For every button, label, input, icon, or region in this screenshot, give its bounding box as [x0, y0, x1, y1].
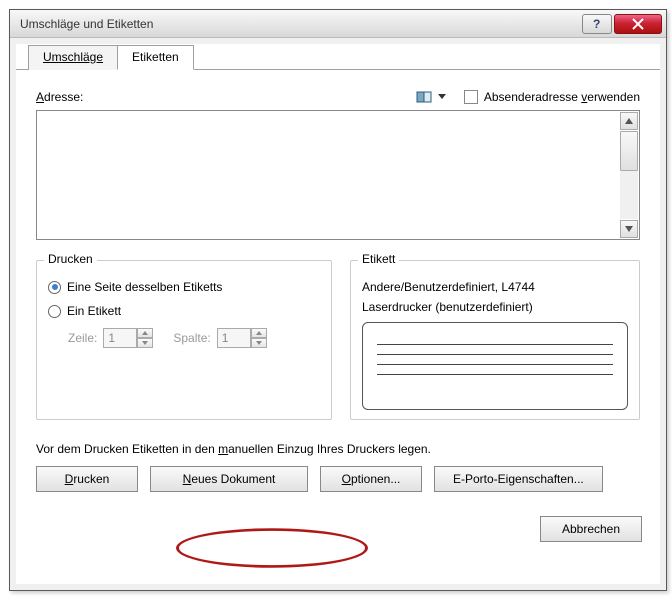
help-button[interactable]: ?	[582, 14, 612, 34]
neues-dokument-button[interactable]: Neues Dokument	[150, 466, 308, 492]
radio-full-page[interactable]: Eine Seite desselben Etiketts	[48, 280, 320, 294]
etikett-info-line2: Laserdrucker (benutzerdefiniert)	[362, 300, 628, 314]
address-book-button[interactable]	[414, 88, 436, 106]
zeile-input	[103, 328, 137, 348]
scrollbar-thumb[interactable]	[620, 131, 638, 171]
triangle-down-icon	[256, 341, 262, 345]
button-row: Drucken Neues Dokument Optionen... E-Por…	[36, 466, 640, 492]
adresse-row: Adresse: Absenderadresse verwenden	[36, 88, 640, 106]
etikett-groupbox: Etikett Andere/Benutzerdefiniert, L4744 …	[350, 260, 640, 420]
optionen-button[interactable]: Optionen...	[320, 466, 422, 492]
scroll-up-button[interactable]	[620, 112, 638, 130]
radio-icon	[48, 305, 61, 318]
address-book-dropdown[interactable]	[436, 88, 448, 106]
eporto-button[interactable]: E-Porto-Eigenschaften...	[434, 466, 603, 492]
spalte-spinner[interactable]	[217, 328, 267, 348]
help-icon: ?	[592, 18, 602, 30]
window-title: Umschläge und Etiketten	[20, 17, 580, 31]
zeile-down	[137, 338, 153, 348]
chevron-down-icon	[438, 94, 446, 100]
spalte-input	[217, 328, 251, 348]
etikett-group-title: Etikett	[358, 252, 399, 266]
close-icon	[632, 18, 644, 30]
absender-checkbox[interactable]	[464, 90, 478, 104]
triangle-down-icon	[142, 341, 148, 345]
tab-body-etiketten: Adresse: Absenderadresse verwenden	[16, 70, 660, 506]
etikett-preview	[362, 322, 628, 410]
adresse-textarea[interactable]	[36, 110, 640, 240]
spalte-label: Spalte:	[173, 331, 210, 345]
spalte-up	[251, 328, 267, 338]
radio-single-label[interactable]: Ein Etikett	[48, 304, 320, 318]
titlebar: Umschläge und Etiketten ?	[10, 10, 666, 38]
radio-icon	[48, 281, 61, 294]
zeile-up	[137, 328, 153, 338]
print-hint: Vor dem Drucken Etiketten in den manuell…	[36, 442, 640, 456]
triangle-down-icon	[625, 226, 633, 232]
absender-checkbox-label: Absenderadresse verwenden	[484, 90, 640, 104]
tab-strip: Umschläge Etiketten	[16, 44, 660, 70]
zeile-spinner[interactable]	[103, 328, 153, 348]
drucken-button[interactable]: Drucken	[36, 466, 138, 492]
abbrechen-button[interactable]: Abbrechen	[540, 516, 642, 542]
dialog-window: Umschläge und Etiketten ? Umschläge Etik…	[9, 9, 667, 591]
svg-text:?: ?	[593, 18, 600, 30]
drucken-group-title: Drucken	[44, 252, 97, 266]
footer-row: Abbrechen	[16, 506, 660, 542]
adresse-label: Adresse:	[36, 90, 83, 104]
triangle-up-icon	[625, 118, 633, 124]
triangle-up-icon	[256, 331, 262, 335]
zeile-label: Zeile:	[68, 331, 97, 345]
close-button[interactable]	[614, 14, 662, 34]
address-book-icon	[416, 90, 434, 104]
tab-etiketten[interactable]: Etiketten	[117, 45, 194, 70]
scroll-down-button[interactable]	[620, 220, 638, 238]
etikett-info-line1: Andere/Benutzerdefiniert, L4744	[362, 280, 628, 294]
dialog-content: Umschläge Etiketten Adresse: Absenderadr…	[16, 44, 660, 584]
spalte-down	[251, 338, 267, 348]
tab-umschlaege[interactable]: Umschläge	[28, 45, 118, 70]
triangle-up-icon	[142, 331, 148, 335]
drucken-groupbox: Drucken Eine Seite desselben Etiketts Ei…	[36, 260, 332, 420]
